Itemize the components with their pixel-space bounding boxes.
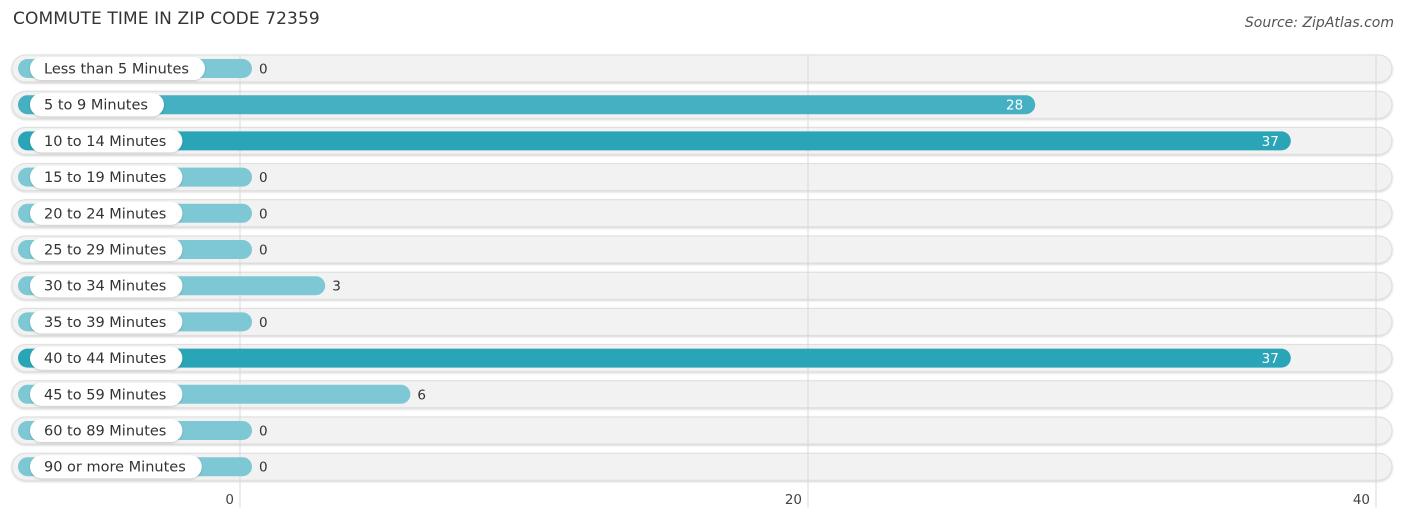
value-label: 0: [259, 62, 268, 78]
value-label: 28: [1006, 98, 1023, 114]
bar-row: 30 to 34 Minutes 3: [18, 274, 341, 298]
category-label: 25 to 29 Minutes: [44, 243, 166, 259]
bar-row: 20 to 24 Minutes 0: [18, 201, 268, 225]
category-label: 90 or more Minutes: [44, 460, 186, 476]
value-label: 0: [259, 206, 268, 222]
bar: [18, 95, 1036, 115]
bar-row: 90 or more Minutes 0: [18, 455, 268, 479]
bar-row: Less than 5 Minutes 0: [18, 57, 268, 80]
bar-row: 40 to 44 Minutes 37: [18, 346, 1291, 370]
category-label: 30 to 34 Minutes: [44, 279, 166, 295]
category-label: 5 to 9 Minutes: [44, 98, 148, 114]
bar-chart: Less than 5 Minutes 0 5 to 9 Minutes 28 10 t…: [11, 54, 1393, 508]
value-label: 3: [332, 279, 341, 295]
bar-row: 5 to 9 Minutes 28: [18, 93, 1036, 117]
value-label: 6: [417, 387, 426, 403]
value-label: 0: [259, 315, 268, 331]
category-label: 45 to 59 Minutes: [44, 387, 166, 403]
value-label: 37: [1262, 351, 1279, 367]
bar-row: 15 to 19 Minutes 0: [18, 165, 268, 189]
bar-row: 45 to 59 Minutes 6: [18, 382, 426, 406]
value-label: 0: [259, 243, 268, 259]
bar-row: 10 to 14 Minutes 37: [18, 129, 1291, 153]
category-label: 15 to 19 Minutes: [44, 170, 166, 186]
bar: [18, 131, 1291, 151]
value-label: 37: [1262, 134, 1279, 150]
value-label: 0: [259, 424, 268, 440]
bar-row: 25 to 29 Minutes 0: [18, 238, 268, 261]
category-label: 60 to 89 Minutes: [44, 424, 166, 440]
category-label: 10 to 14 Minutes: [44, 134, 166, 150]
bar: [18, 348, 1291, 368]
bar-row: 35 to 39 Minutes 0: [18, 310, 268, 334]
x-tick-label: 40: [1353, 492, 1370, 508]
x-tick-label: 0: [225, 492, 234, 508]
category-label: 20 to 24 Minutes: [44, 206, 166, 222]
bar-row: 60 to 89 Minutes 0: [18, 419, 268, 442]
category-label: Less than 5 Minutes: [44, 62, 189, 78]
category-label: 40 to 44 Minutes: [44, 351, 166, 367]
value-label: 0: [259, 170, 268, 186]
value-label: 0: [259, 460, 268, 476]
category-label: 35 to 39 Minutes: [44, 315, 166, 331]
x-tick-label: 20: [785, 492, 802, 508]
